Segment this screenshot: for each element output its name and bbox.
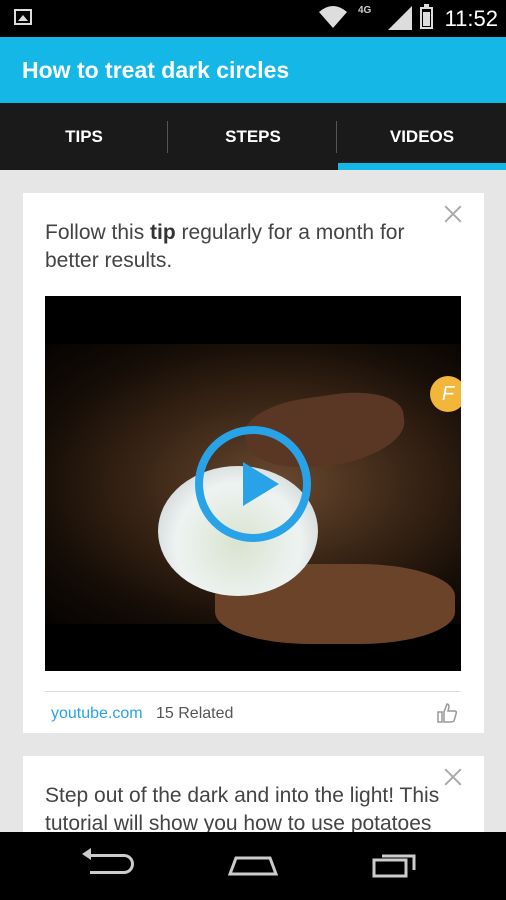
active-tab-indicator <box>338 163 506 170</box>
recent-apps-icon[interactable] <box>372 852 416 878</box>
thumbs-up-icon[interactable] <box>436 702 458 724</box>
video-source-link[interactable]: youtube.com <box>51 705 143 723</box>
network-type-label: 4G <box>358 5 372 16</box>
tab-divider <box>167 121 168 153</box>
video-card: Follow this tip regularly for a month fo… <box>23 193 484 733</box>
close-icon[interactable] <box>444 768 462 786</box>
play-icon[interactable] <box>195 426 311 542</box>
signal-icon <box>388 6 412 30</box>
home-icon[interactable] <box>228 854 278 876</box>
description-text: Follow this <box>45 221 151 244</box>
page-title: How to treat dark circles <box>22 57 290 83</box>
app-bar: How to treat dark circles <box>0 37 506 103</box>
tab-videos[interactable]: VIDEOS <box>338 103 506 170</box>
wifi-icon <box>319 6 347 28</box>
tab-steps[interactable]: STEPS <box>169 103 337 170</box>
clock: 11:52 <box>444 6 498 31</box>
tab-tips[interactable]: TIPS <box>0 103 168 170</box>
tab-label: STEPS <box>225 127 281 146</box>
card-description: Follow this tip regularly for a month fo… <box>45 219 445 275</box>
image-notification-icon <box>14 9 32 25</box>
back-icon[interactable] <box>82 848 134 874</box>
divider <box>45 691 461 692</box>
tab-divider <box>336 121 337 153</box>
related-count[interactable]: 15 Related <box>156 705 233 723</box>
channel-logo: F <box>430 376 461 412</box>
close-icon[interactable] <box>444 205 462 223</box>
tab-label: TIPS <box>65 127 103 146</box>
description-highlight: tip <box>150 221 176 244</box>
status-bar: 4G 11:52 <box>0 0 506 37</box>
battery-icon <box>420 4 433 29</box>
tab-bar: TIPS STEPS VIDEOS <box>0 103 506 170</box>
video-player[interactable]: F <box>45 296 461 671</box>
card-description: Step out of the dark and into the light!… <box>45 784 440 835</box>
tab-label: VIDEOS <box>389 127 455 146</box>
navigation-bar <box>0 832 506 900</box>
